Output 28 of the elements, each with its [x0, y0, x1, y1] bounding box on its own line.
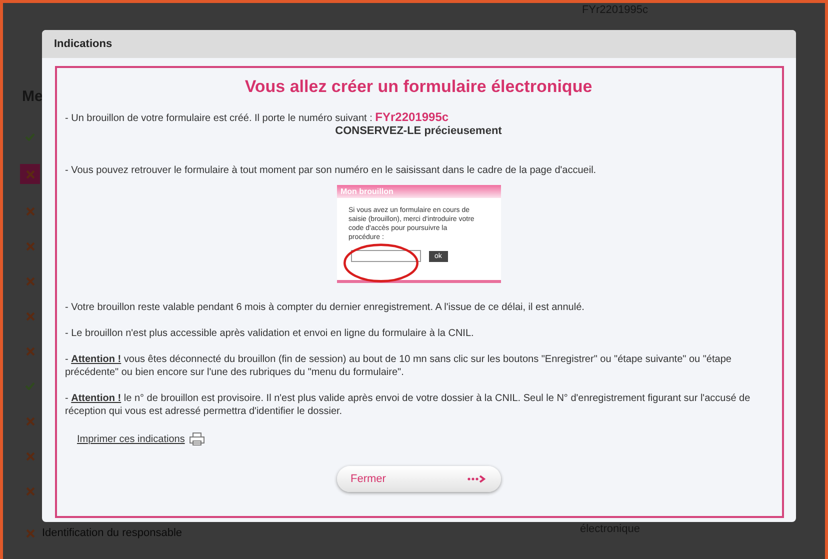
cross-icon: [26, 276, 34, 286]
check-icon: [25, 382, 35, 390]
cross-icon: [26, 312, 34, 320]
dialog-heading: Vous allez créer un formulaire électronique: [244, 80, 594, 93]
cross-icon: [26, 170, 34, 178]
cross-icon: [26, 528, 34, 538]
dialog-title: Indications: [42, 30, 796, 58]
print-link[interactable]: Imprimer ces indications: [77, 434, 185, 444]
warning-text: - Attention ! le n° de brouillon est provisoire. Il n'est plus valide après envoi de votre dossier à la CNIL. Seul le N° d'enregistrement figurant sur l'accusé de réception qui vous est adressé permettra d'identifier le dossier.: [65, 392, 752, 418]
cross-icon: [26, 486, 34, 496]
arrow-icon: [466, 475, 486, 483]
cross-icon: [26, 346, 34, 356]
cross-icon: [26, 206, 34, 216]
printer-icon[interactable]: [188, 432, 205, 446]
warning-text: - Attention ! vous êtes déconnecté du brouillon (fin de session) au bout de 10 mn sans clic sur les boutons "Enregistrer" ou "étape suivante" ou "étape précédente" ou bien encore sur l'une des rubriques du "menu du formulaire".: [65, 353, 732, 379]
check-icon: [25, 133, 35, 141]
cross-icon: [26, 452, 34, 460]
intro-text: - Un brouillon de votre formulaire est créé. Il porte le numéro suivant : FYr2201995c: [65, 111, 450, 125]
cross-icon: [26, 242, 34, 250]
keep-note: CONSERVEZ-LE précieusement: [334, 125, 503, 138]
note-text: - Votre brouillon reste valable pendant 6 mois à compter du dernier enregistrement. A l'issue de ce délai, il est annulé.: [65, 301, 586, 314]
cross-icon: [26, 416, 34, 426]
note-text: - Le brouillon n'est plus accessible après validation et envoi en ligne du formulaire à la CNIL.: [65, 327, 475, 340]
close-button[interactable]: Fermer: [336, 466, 500, 492]
example-title: Mon brouillon: [336, 185, 500, 198]
step-marker[interactable]: [20, 164, 40, 184]
find-note: - Vous pouvez retrouver le formulaire à tout moment par son numéro en le saisissant dans le cadre de la page d'accueil.: [65, 164, 598, 177]
code-field: [350, 250, 420, 262]
